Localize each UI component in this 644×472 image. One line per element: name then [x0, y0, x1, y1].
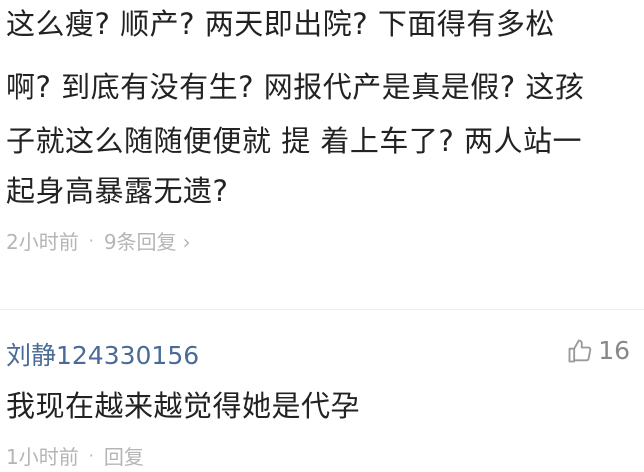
- comment-meta: 2小时前 · 9条回复 ›: [6, 226, 191, 255]
- comment-divider: [0, 309, 644, 310]
- comment-time: 1小时前: [6, 445, 79, 469]
- chevron-right-icon: ›: [182, 230, 191, 254]
- replies-link[interactable]: 9条回复 ›: [104, 226, 191, 255]
- like-count: 16: [598, 336, 630, 365]
- comment-meta: 1小时前 · 回复: [6, 441, 144, 470]
- meta-separator: ·: [88, 446, 94, 465]
- comment-text: 我现在越来越觉得她是代孕: [6, 389, 361, 423]
- thumbs-up-icon: [566, 337, 594, 365]
- comment-line: 啊? 到底有没有生? 网报代产是真是假? 这孩: [6, 70, 585, 104]
- like-button[interactable]: 16: [566, 336, 630, 365]
- reply-button[interactable]: 回复: [104, 441, 144, 470]
- comment-line: 起身高暴露无遗?: [6, 174, 229, 208]
- comment-line: 这么瘦? 顺产? 两天即出院? 下面得有多松: [6, 7, 555, 41]
- replies-count-label: 9条回复: [103, 230, 177, 254]
- comment-time: 2小时前: [6, 230, 79, 254]
- comment-line: 子就这么随随便便就 提 着上车了? 两人站一: [6, 124, 583, 158]
- comment-author[interactable]: 刘静124330156: [6, 336, 199, 372]
- meta-separator: ·: [88, 231, 94, 250]
